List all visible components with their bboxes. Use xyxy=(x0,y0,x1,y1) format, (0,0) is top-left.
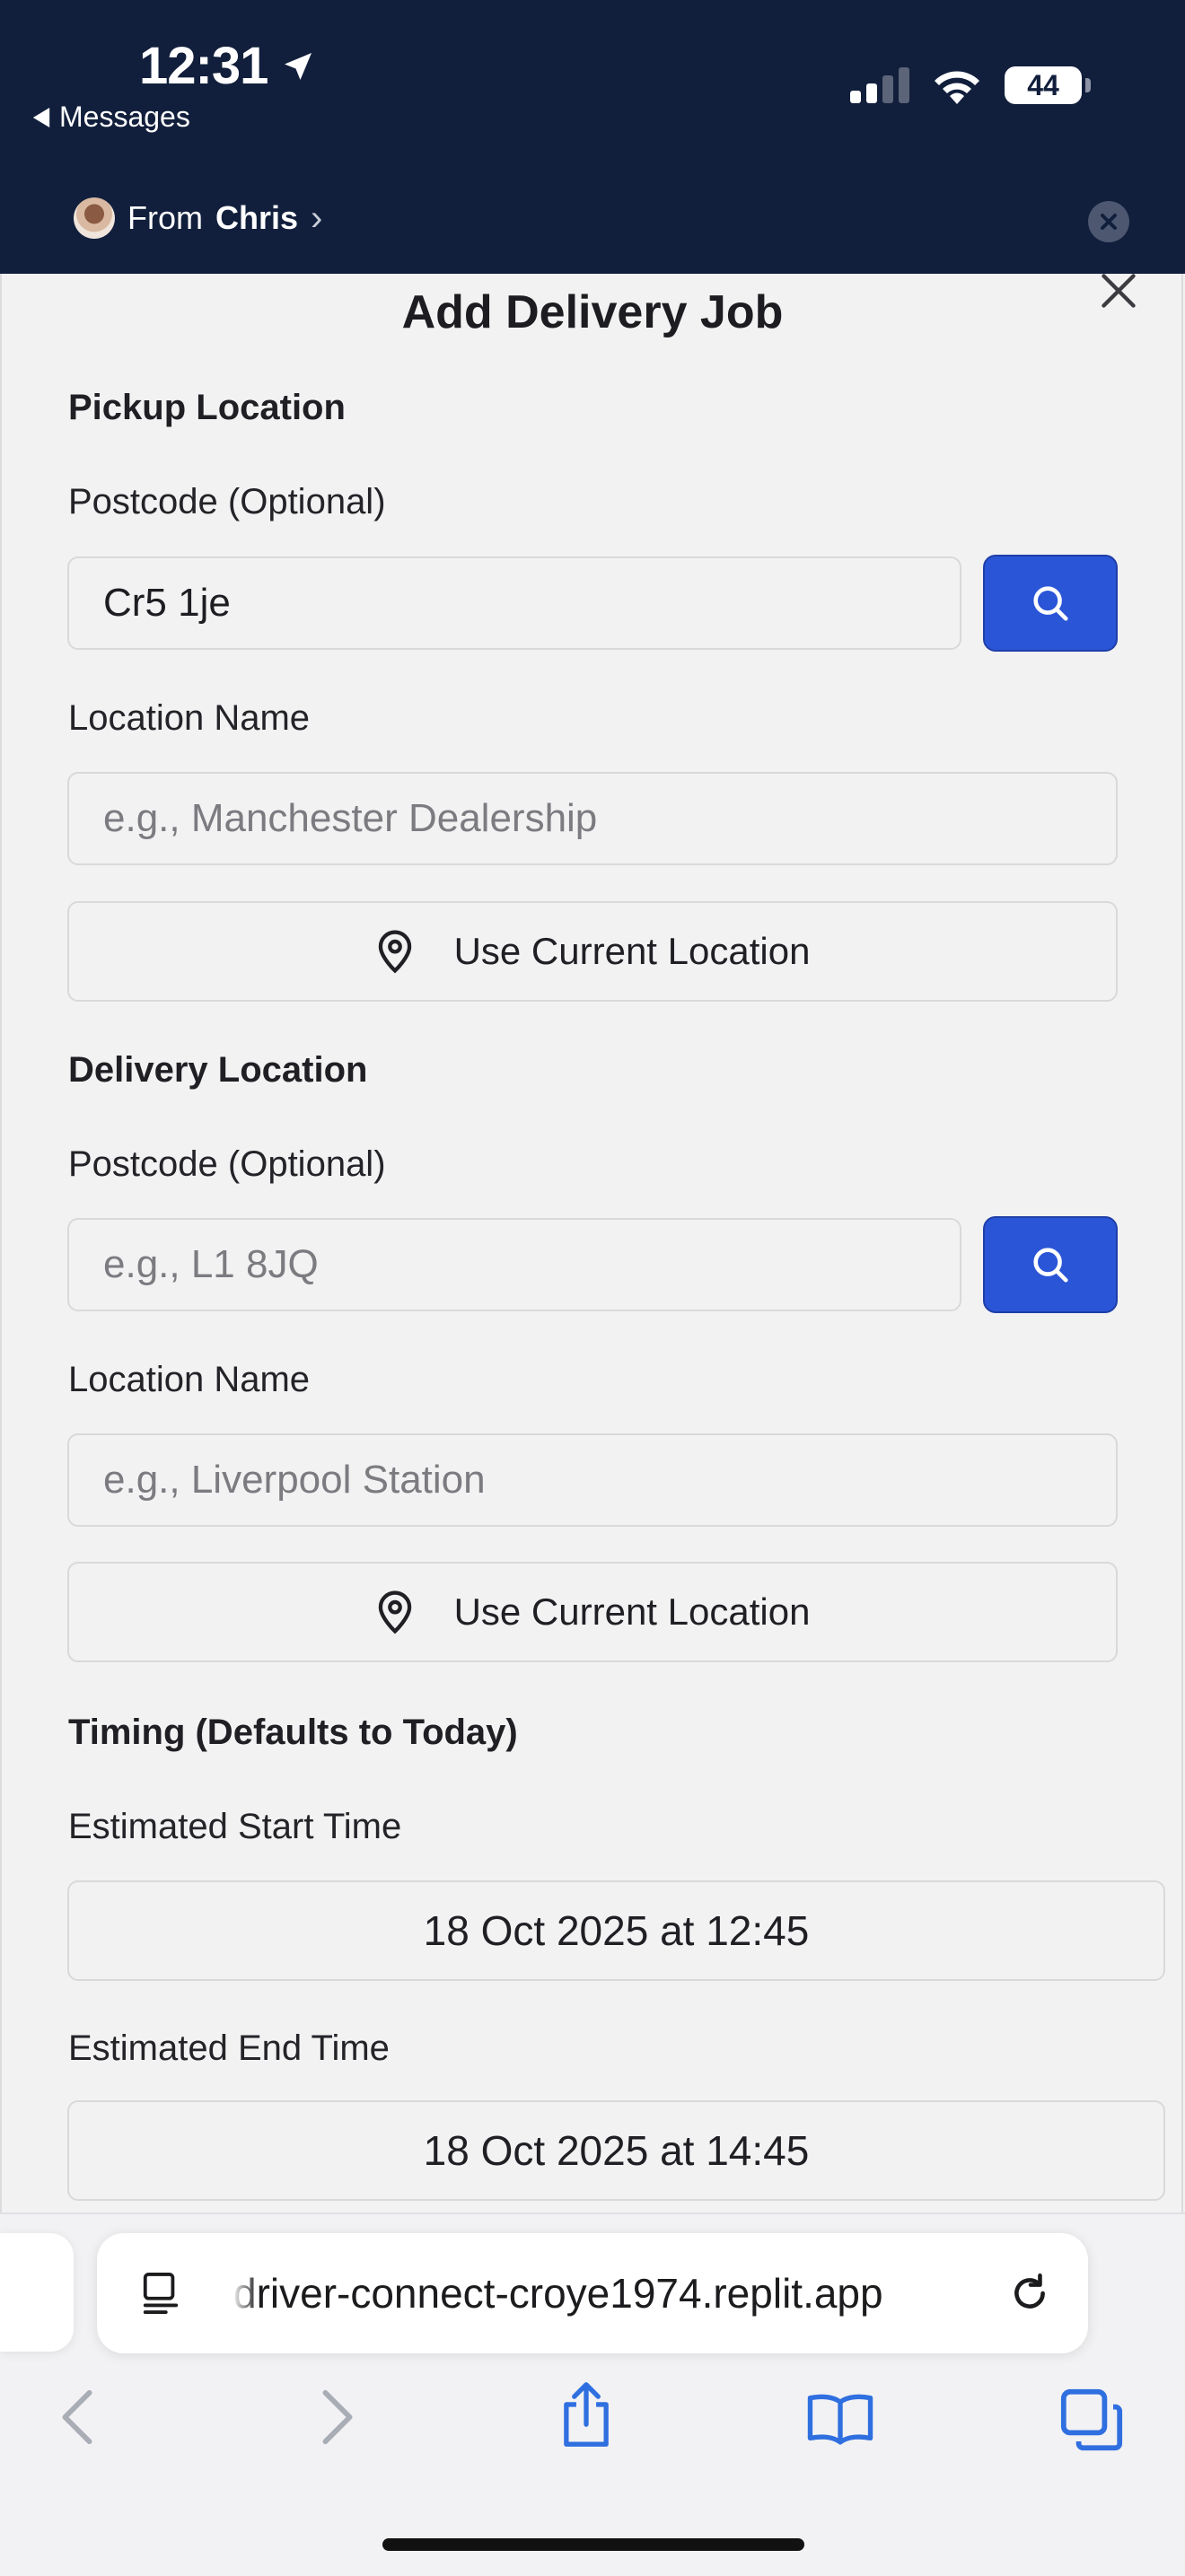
end-time-value: 18 Oct 2025 at 14:45 xyxy=(423,2127,810,2174)
status-time: 12:31 xyxy=(139,36,316,96)
from-prefix: From xyxy=(127,199,203,236)
close-icon xyxy=(1101,214,1117,230)
start-time-value: 18 Oct 2025 at 12:45 xyxy=(423,1907,810,1954)
forward-arrow-icon[interactable] xyxy=(320,2388,356,2447)
url-fade xyxy=(232,2251,259,2332)
delivery-use-current-label: Use Current Location xyxy=(453,1590,811,1633)
back-app-label: Messages xyxy=(59,101,190,133)
modal-close-icon[interactable] xyxy=(1099,271,1138,311)
start-time-label: Estimated Start Time xyxy=(68,1807,402,1846)
from-name: Chris xyxy=(215,199,299,236)
back-triangle-icon xyxy=(32,107,50,127)
pickup-section-title: Pickup Location xyxy=(68,388,346,427)
signal-icon xyxy=(850,67,909,103)
chevron-right-icon: › xyxy=(311,197,323,238)
modal-title: Add Delivery Job xyxy=(401,286,784,338)
url-text: driver-connect-croye1974.replit.app xyxy=(233,2270,883,2317)
pickup-use-current-location-button[interactable]: Use Current Location xyxy=(67,901,1118,1002)
start-time-picker[interactable]: 18 Oct 2025 at 12:45 xyxy=(67,1880,1165,1981)
status-icons: 44 xyxy=(850,66,1091,104)
reload-icon[interactable] xyxy=(1007,2271,1052,2316)
location-arrow-icon xyxy=(285,52,312,80)
pickup-postcode-label: Postcode (Optional) xyxy=(68,482,386,521)
reader-icon[interactable] xyxy=(140,2270,181,2317)
bookmarks-icon[interactable] xyxy=(806,2391,874,2445)
delivery-location-input[interactable]: e.g., Liverpool Station xyxy=(67,1433,1118,1527)
search-icon xyxy=(1033,1248,1068,1283)
map-pin-icon xyxy=(378,1590,411,1634)
wifi-icon xyxy=(935,71,979,104)
search-icon xyxy=(1033,586,1068,621)
delivery-location-label: Location Name xyxy=(68,1360,311,1399)
share-icon[interactable] xyxy=(558,2380,614,2449)
delivery-postcode-label: Postcode (Optional) xyxy=(68,1144,386,1184)
map-pin-icon xyxy=(378,930,411,974)
address-bar[interactable]: driver-connect-croye1974.replit.app xyxy=(97,2233,1088,2353)
tabs-icon[interactable] xyxy=(1059,2388,1124,2452)
end-time-picker[interactable]: 18 Oct 2025 at 14:45 xyxy=(67,2100,1165,2201)
battery-level: 44 xyxy=(1027,68,1059,101)
pickup-postcode-input[interactable]: Cr5 1je xyxy=(67,556,961,650)
end-time-label: Estimated End Time xyxy=(68,2028,390,2068)
from-contact-row[interactable]: From Chris › xyxy=(74,197,322,239)
pickup-postcode-value: Cr5 1je xyxy=(103,581,231,625)
banner-close-button[interactable] xyxy=(1088,201,1129,242)
pickup-location-placeholder: e.g., Manchester Dealership xyxy=(103,796,598,840)
back-arrow-icon[interactable] xyxy=(59,2388,95,2447)
time-text: 12:31 xyxy=(139,37,268,95)
delivery-use-current-location-button[interactable]: Use Current Location xyxy=(67,1562,1118,1662)
delivery-search-button[interactable] xyxy=(983,1216,1118,1313)
delivery-postcode-placeholder: e.g., L1 8JQ xyxy=(103,1242,319,1286)
pickup-search-button[interactable] xyxy=(983,555,1118,652)
pickup-location-input[interactable]: e.g., Manchester Dealership xyxy=(67,772,1118,865)
home-indicator xyxy=(382,2538,804,2551)
back-to-messages[interactable]: Messages xyxy=(32,101,190,134)
pickup-use-current-label: Use Current Location xyxy=(453,930,811,972)
status-banner-area: 12:31 Messages 44 From Chris › xyxy=(0,0,1185,274)
previous-tab-peek[interactable] xyxy=(0,2233,74,2352)
delivery-section-title: Delivery Location xyxy=(68,1050,368,1090)
delivery-location-placeholder: e.g., Liverpool Station xyxy=(103,1458,486,1502)
delivery-postcode-input[interactable]: e.g., L1 8JQ xyxy=(67,1218,961,1311)
pickup-location-label: Location Name xyxy=(68,698,311,738)
avatar xyxy=(74,197,115,239)
battery-icon: 44 xyxy=(1005,66,1091,104)
timing-section-title: Timing (Defaults to Today) xyxy=(68,1713,518,1752)
